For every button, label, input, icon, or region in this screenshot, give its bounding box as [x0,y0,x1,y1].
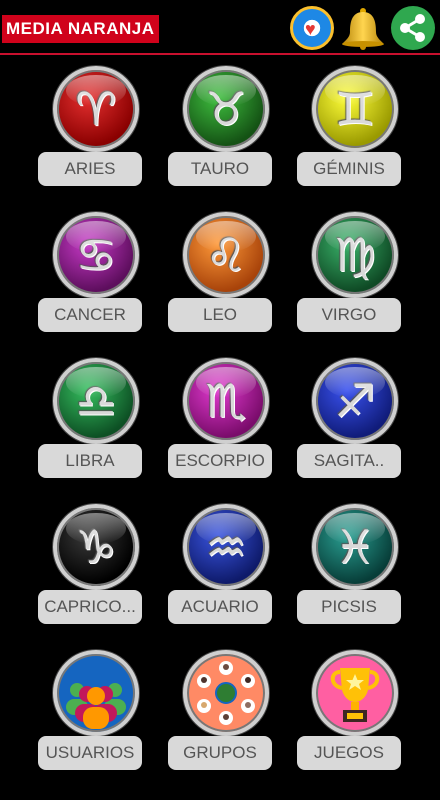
tile-label: VIRGO [297,298,401,332]
groups-icon [183,650,269,736]
gemini-icon: ♊ [312,66,398,152]
top-app-bar: MEDIA NARANJA ♥ [0,0,440,56]
tile-libra[interactable]: ♎ LIBRA [38,348,158,488]
tile-label: JUEGOS [297,736,401,770]
tile-leo[interactable]: ♌ LEO [168,202,288,342]
aquarius-icon: ♒ [183,504,269,590]
aries-icon: ♈ [53,66,139,152]
app-title: MEDIA NARANJA [2,15,159,43]
tile-escorpio[interactable]: ♏ ESCORPIO [168,348,288,488]
tile-label: ACUARIO [168,590,272,624]
tile-label: USUARIOS [38,736,142,770]
tile-label: ARIES [38,152,142,186]
tile-cancer[interactable]: ♋ CANCER [38,202,158,342]
tile-label: GÉMINIS [297,152,401,186]
tile-label: SAGITA.. [297,444,401,478]
virgo-icon: ♍ [312,212,398,298]
tile-juegos[interactable]: JUEGOS [297,640,417,780]
tile-label: ESCORPIO [168,444,272,478]
share-button[interactable] [391,6,435,50]
taurus-icon: ♉ [183,66,269,152]
tile-capricornio[interactable]: ♑ CAPRICO... [38,494,158,634]
tile-label: CANCER [38,298,142,332]
users-icon [53,650,139,736]
tile-geminis[interactable]: ♊ GÉMINIS [297,56,417,196]
cancer-icon: ♋ [53,212,139,298]
tile-grupos[interactable]: GRUPOS [168,640,288,780]
tile-sagitario[interactable]: ♐ SAGITA.. [297,348,417,488]
tile-label: TAURO [168,152,272,186]
header-divider [0,53,440,55]
tile-usuarios[interactable]: USUARIOS [38,640,158,780]
capricorn-icon: ♑ [53,504,139,590]
share-icon [400,14,425,42]
leo-icon: ♌ [183,212,269,298]
tile-label: LIBRA [38,444,142,478]
zodiac-wheel-icon[interactable]: ♥ [290,6,334,50]
tile-piscis[interactable]: ♓ PICSIS [297,494,417,634]
tile-acuario[interactable]: ♒ ACUARIO [168,494,288,634]
tile-tauro[interactable]: ♉ TAURO [168,56,288,196]
trophy-icon [312,650,398,736]
bell-icon[interactable] [337,6,389,50]
tile-label: GRUPOS [168,736,272,770]
pisces-icon: ♓ [312,504,398,590]
tile-label: CAPRICO... [38,590,142,624]
libra-icon: ♎ [53,358,139,444]
tile-label: PICSIS [297,590,401,624]
tile-label: LEO [168,298,272,332]
scorpio-icon: ♏ [183,358,269,444]
tile-aries[interactable]: ♈ ARIES [38,56,158,196]
tile-virgo[interactable]: ♍ VIRGO [297,202,417,342]
sagittarius-icon: ♐ [312,358,398,444]
heart-icon: ♥ [305,19,316,39]
